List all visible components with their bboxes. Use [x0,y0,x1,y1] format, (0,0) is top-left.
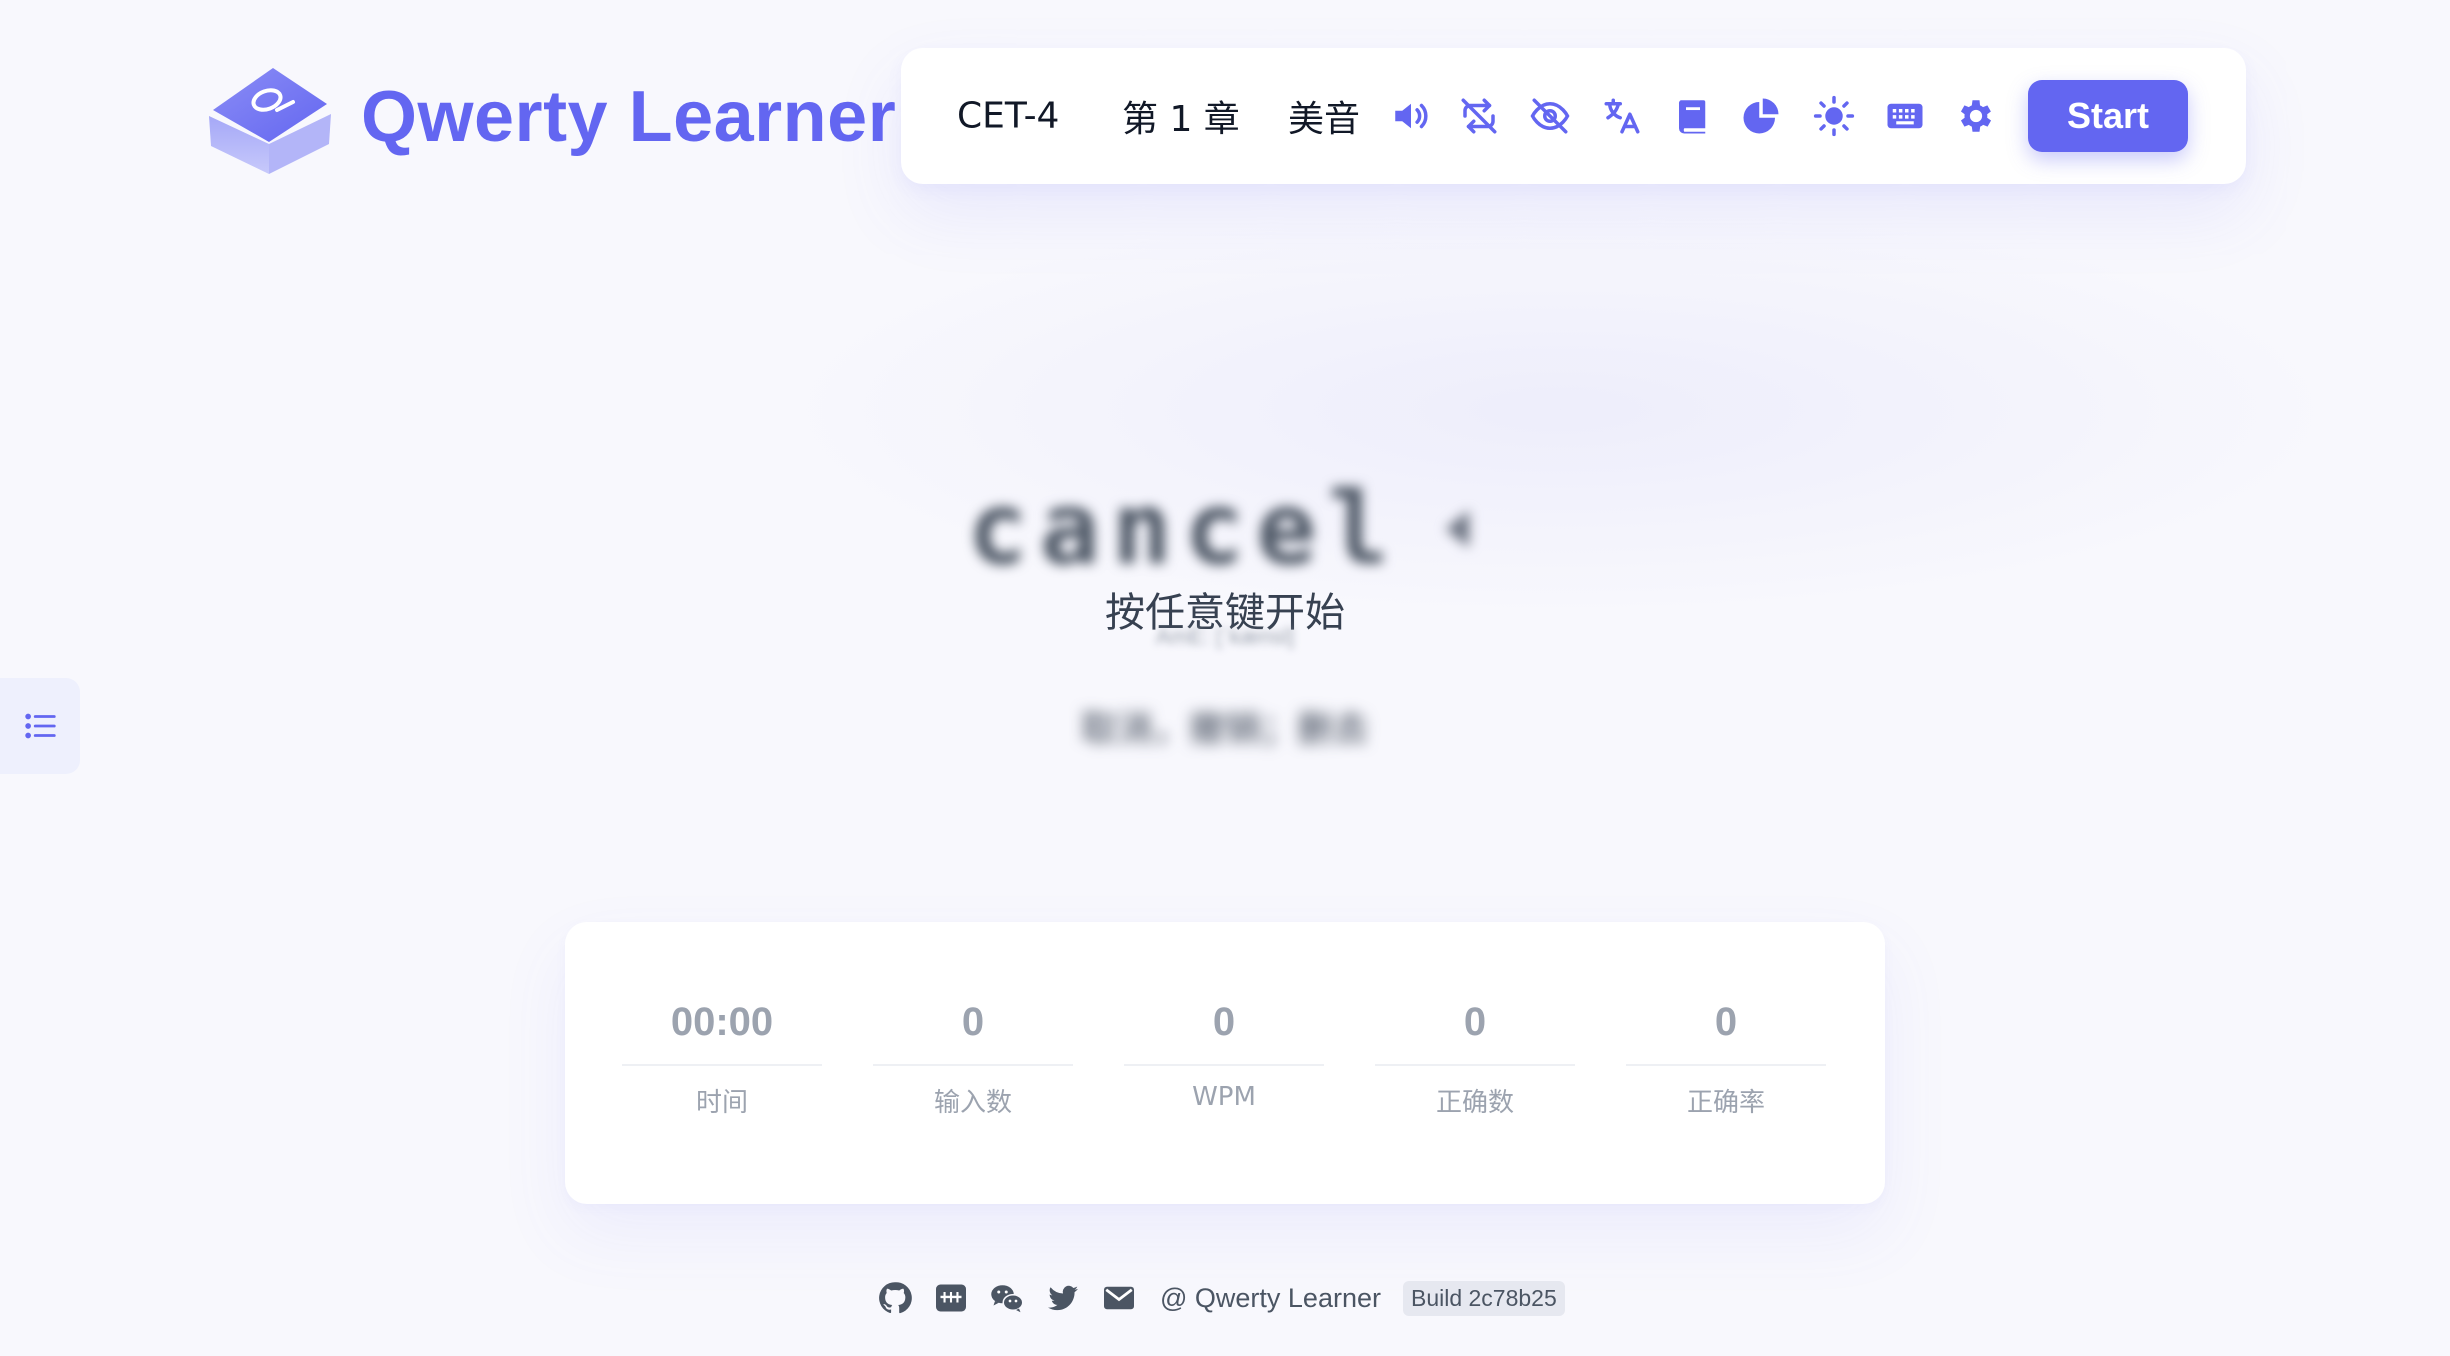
twitter-icon[interactable] [1044,1279,1082,1317]
stat-time: 00:00 时间 [622,992,822,1119]
stat-divider [1375,1064,1575,1066]
speaker-icon[interactable] [1390,95,1432,137]
book-icon[interactable] [1672,95,1714,137]
word-text: cancel [967,470,1401,587]
word-phonetic: AmE: [ˈkænsl] [1155,624,1295,649]
word-translation: 取消，撤销；删去 [1080,709,1369,750]
stat-divider [622,1064,822,1066]
app-title: Qwerty Learner [361,77,897,157]
stat-label: 正确率 [1686,1088,1765,1118]
stat-label: 正确数 [1435,1088,1514,1118]
word-area: cancel [0,470,2450,587]
translate-icon[interactable] [1601,95,1643,137]
stat-divider [1124,1064,1324,1066]
start-button[interactable]: Start [2028,80,2188,152]
sun-icon[interactable] [1813,95,1855,137]
stat-value: 0 [1212,1000,1236,1044]
stat-label: 时间 [695,1088,748,1118]
pronunciation-selector[interactable]: 美音 [1288,90,1360,142]
build-badge: Build 2c78b25 [1402,1280,1565,1316]
footer: @ Qwerty Learner Build 2c78b25 [876,1275,1565,1321]
dict-selector[interactable]: CET-4 [957,96,1059,137]
stats-panel: 00:00 时间 0 输入数 0 WPM 0 正确数 0 正确率 [565,922,1885,1204]
word-list-toggle[interactable] [0,678,80,774]
keycap-logo-icon [209,68,331,174]
stat-divider [873,1064,1073,1066]
stat-value: 0 [1714,1000,1738,1044]
word-display: cancel [967,470,1482,587]
stat-correct-count: 0 正确数 [1375,992,1575,1119]
gear-icon[interactable] [1955,95,1997,137]
github-icon[interactable] [876,1279,914,1317]
word-speaker-icon[interactable] [1427,501,1483,557]
page: Qwerty Learner CET-4 第 1 章 美音 Start canc… [0,0,2450,1356]
stat-label: WPM [1192,1082,1256,1112]
footer-credit-link[interactable]: @ Qwerty Learner [1160,1283,1381,1314]
chapter-selector[interactable]: 第 1 章 [1122,90,1240,142]
eye-slash-icon[interactable] [1529,95,1571,137]
mail-icon[interactable] [1100,1279,1138,1317]
stat-input-count: 0 输入数 [873,992,1073,1119]
stat-divider [1626,1064,1826,1066]
toolbar: CET-4 第 1 章 美音 Start [901,48,2246,184]
stat-value: 00:00 [670,1000,774,1044]
keyboard-icon[interactable] [1884,95,1926,137]
stat-accuracy: 0 正确率 [1626,992,1826,1119]
wechat-icon[interactable] [988,1279,1026,1317]
loop-off-icon[interactable] [1458,95,1500,137]
xiaohongshu-icon[interactable] [932,1279,970,1317]
stat-label: 输入数 [933,1088,1012,1118]
list-icon [25,713,56,739]
pie-chart-icon[interactable] [1740,95,1782,137]
stat-value: 0 [961,1000,985,1044]
stat-wpm: 0 WPM [1124,992,1324,1112]
stat-value: 0 [1463,1000,1487,1044]
brand[interactable]: Qwerty Learner [203,58,896,176]
